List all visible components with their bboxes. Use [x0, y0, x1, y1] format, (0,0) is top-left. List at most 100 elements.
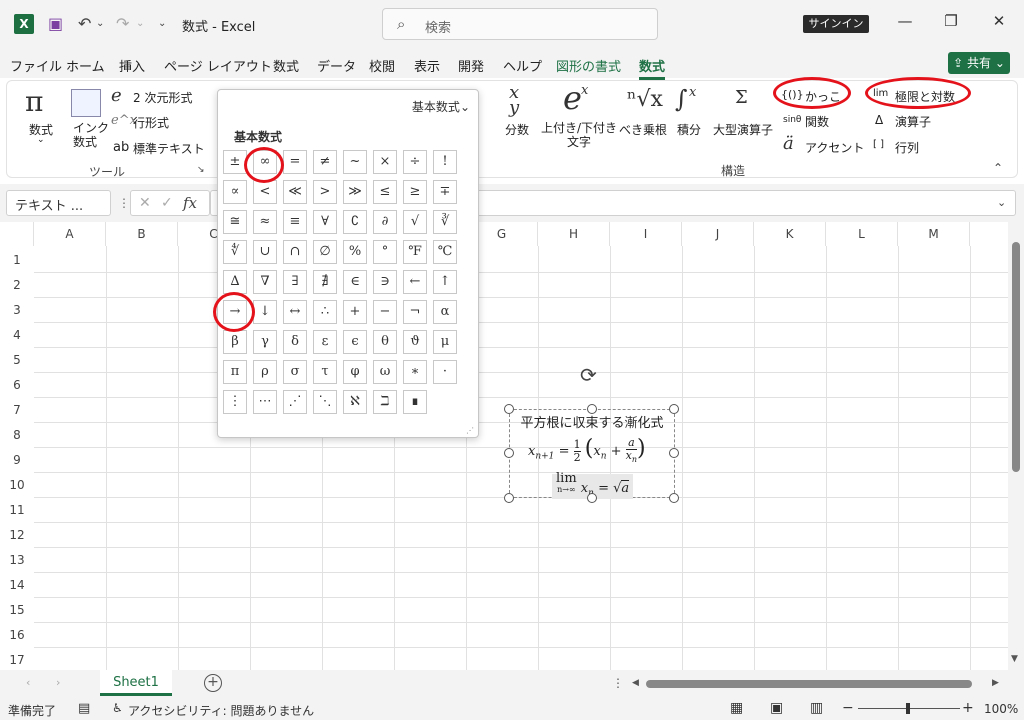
row-header[interactable]: 12	[0, 523, 34, 548]
symbol-button[interactable]: ∩	[283, 240, 307, 264]
namebox-splitter-icon[interactable]: ⋮	[118, 196, 130, 210]
symbol-button[interactable]: +	[343, 300, 367, 324]
symbol-button[interactable]: ∋	[373, 270, 397, 294]
menu-data[interactable]: データ	[317, 56, 356, 75]
resize-handle-e[interactable]	[669, 448, 679, 458]
symbol-button[interactable]: ∓	[433, 180, 457, 204]
restore-icon[interactable]: ❐	[936, 12, 966, 30]
symbol-button[interactable]: ⋯	[253, 390, 277, 414]
column-header[interactable]: A	[34, 222, 106, 246]
column-header[interactable]: L	[826, 222, 898, 246]
symbol-button[interactable]: ∛	[433, 210, 457, 234]
row-header[interactable]: 8	[0, 423, 34, 448]
radical-button[interactable]: べき乗根	[619, 121, 667, 138]
symbol-button[interactable]: ∁	[343, 210, 367, 234]
symbol-button[interactable]: ≠	[313, 150, 337, 174]
select-all-corner[interactable]	[0, 222, 34, 246]
symbol-button[interactable]: ∝	[223, 180, 247, 204]
symbol-button[interactable]: γ	[253, 330, 277, 354]
symbol-button[interactable]: ≡	[283, 210, 307, 234]
name-box[interactable]: テキスト ...	[6, 190, 111, 216]
enter-icon[interactable]: ✓	[161, 195, 173, 211]
row-header[interactable]: 15	[0, 598, 34, 623]
page-break-view-icon[interactable]: ▥	[810, 700, 823, 716]
row-header[interactable]: 4	[0, 323, 34, 348]
menu-page-layout[interactable]: ページ レイアウト	[164, 56, 272, 75]
column-header[interactable]: I	[610, 222, 682, 246]
zoom-in-icon[interactable]: +	[962, 700, 974, 716]
status-accessibility[interactable]: アクセシビリティ: 問題ありません	[128, 702, 314, 719]
professional-button[interactable]: 2 次元形式	[133, 89, 192, 106]
symbol-button[interactable]: δ	[283, 330, 307, 354]
symbol-button[interactable]: =	[283, 150, 307, 174]
customize-qat-icon[interactable]: ⌄	[158, 14, 166, 34]
column-header[interactable]: K	[754, 222, 826, 246]
symbol-button[interactable]: %	[343, 240, 367, 264]
scroll-left-icon[interactable]: ◀	[632, 678, 639, 688]
resize-handle-se[interactable]	[669, 493, 679, 503]
normal-view-icon[interactable]: ▦	[730, 700, 743, 716]
symbol-button[interactable]: ≪	[283, 180, 307, 204]
symbol-button[interactable]: ϑ	[403, 330, 427, 354]
symbol-button[interactable]: ≅	[223, 210, 247, 234]
rotate-handle-icon[interactable]: ⟳	[580, 363, 597, 387]
row-header[interactable]: 10	[0, 473, 34, 498]
menu-formulas[interactable]: 数式	[273, 56, 299, 75]
scroll-down-icon[interactable]: ▼	[1011, 654, 1018, 664]
row-header[interactable]: 5	[0, 348, 34, 373]
menu-insert[interactable]: 挿入	[119, 56, 145, 75]
symbol-button[interactable]: ∅	[313, 240, 337, 264]
resize-handle-n[interactable]	[587, 404, 597, 414]
symbol-button[interactable]: ω	[373, 360, 397, 384]
symbol-button[interactable]: θ	[373, 330, 397, 354]
symbol-button[interactable]: ℶ	[373, 390, 397, 414]
symbol-button[interactable]: α	[433, 300, 457, 324]
symbol-button[interactable]: ∗	[403, 360, 427, 384]
symbol-button[interactable]: ≥	[403, 180, 427, 204]
row-header[interactable]: 6	[0, 373, 34, 398]
close-icon[interactable]: ✕	[984, 12, 1014, 30]
vertical-scroll-thumb[interactable]	[1012, 242, 1020, 472]
save-icon[interactable]: ▣	[48, 14, 63, 34]
symbol-button[interactable]: ϵ	[343, 330, 367, 354]
fraction-button[interactable]: 分数	[505, 121, 529, 138]
resize-handle-w[interactable]	[504, 448, 514, 458]
redo-icon[interactable]: ↷	[116, 14, 129, 34]
symbol-button[interactable]: ∄	[313, 270, 337, 294]
macro-record-icon[interactable]: ▤	[78, 701, 90, 716]
symbol-button[interactable]: ↑	[433, 270, 457, 294]
operator-button[interactable]: 演算子	[895, 113, 931, 130]
symbol-button[interactable]: ↔	[283, 300, 307, 324]
symbol-button[interactable]: !	[433, 150, 457, 174]
normal-text-button[interactable]: 標準テキスト	[133, 140, 205, 157]
worksheet-grid[interactable]	[0, 222, 1008, 670]
menu-shape-format[interactable]: 図形の書式	[556, 56, 621, 75]
symbol-button[interactable]: σ	[283, 360, 307, 384]
symbol-button[interactable]: ∃	[283, 270, 307, 294]
symbol-button[interactable]: ∪	[253, 240, 277, 264]
minimize-icon[interactable]: —	[890, 12, 920, 30]
row-header[interactable]: 3	[0, 298, 34, 323]
symbol-button[interactable]: <	[253, 180, 277, 204]
menu-view[interactable]: 表示	[414, 56, 440, 75]
equation-shape[interactable]: 平方根に収束する漸化式 xn+1 = 12 (xn + a xn) lim n→∞ …	[509, 409, 675, 499]
symbol-button[interactable]: ÷	[403, 150, 427, 174]
resize-handle-ne[interactable]	[669, 404, 679, 414]
search-box[interactable]: ⌕ 検索	[382, 8, 658, 40]
symbol-button[interactable]: ∴	[313, 300, 337, 324]
sheet-tab-sheet1[interactable]: Sheet1	[100, 670, 172, 696]
symbol-button[interactable]: μ	[433, 330, 457, 354]
symbol-button[interactable]: °	[373, 240, 397, 264]
row-header[interactable]: 14	[0, 573, 34, 598]
menu-review[interactable]: 校閲	[369, 56, 395, 75]
row-header[interactable]: 7	[0, 398, 34, 423]
symbol-button[interactable]: ℉	[403, 240, 427, 264]
script-button[interactable]: 上付き/下付き 文字	[541, 121, 617, 149]
symbol-button[interactable]: τ	[313, 360, 337, 384]
row-header[interactable]: 11	[0, 498, 34, 523]
menu-help[interactable]: ヘルプ	[503, 56, 542, 75]
symbol-button[interactable]: ∈	[343, 270, 367, 294]
symbol-button[interactable]: ≫	[343, 180, 367, 204]
integral-button[interactable]: 積分	[677, 121, 701, 138]
vertical-scrollbar[interactable]: ▼	[1008, 222, 1024, 670]
